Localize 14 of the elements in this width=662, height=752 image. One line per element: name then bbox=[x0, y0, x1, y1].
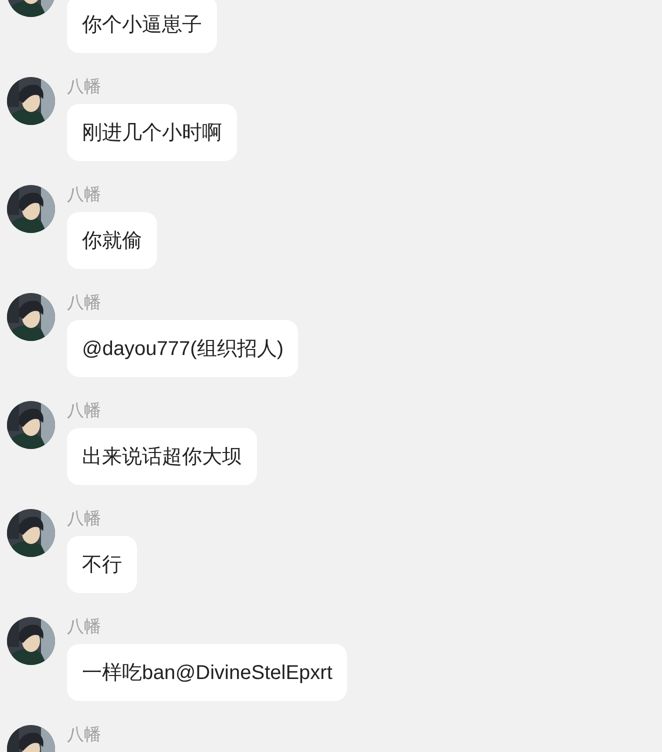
sender-name: 八幡 bbox=[67, 401, 101, 420]
message-bubble: 不行 bbox=[67, 536, 137, 593]
message-bubble: 出来说话超你大坝 bbox=[67, 428, 257, 485]
sender-name: 八幡 bbox=[67, 509, 101, 528]
message-bubble: @dayou777(组织招人) bbox=[67, 320, 298, 377]
message-bubble: 你就偷 bbox=[67, 212, 157, 269]
sender-name: 八幡 bbox=[67, 185, 101, 204]
sender-name: 八幡 bbox=[67, 617, 101, 636]
sender-name: 八幡 bbox=[67, 293, 101, 312]
message-bubble: 一样吃ban@DivineStelEpxrt bbox=[67, 644, 348, 701]
message-bubble: 刚进几个小时啊 bbox=[67, 104, 237, 161]
sender-name: 八幡 bbox=[67, 725, 101, 744]
sender-name: 八幡 bbox=[67, 77, 101, 96]
message-bubble: 你个小逼崽子 bbox=[67, 0, 217, 53]
